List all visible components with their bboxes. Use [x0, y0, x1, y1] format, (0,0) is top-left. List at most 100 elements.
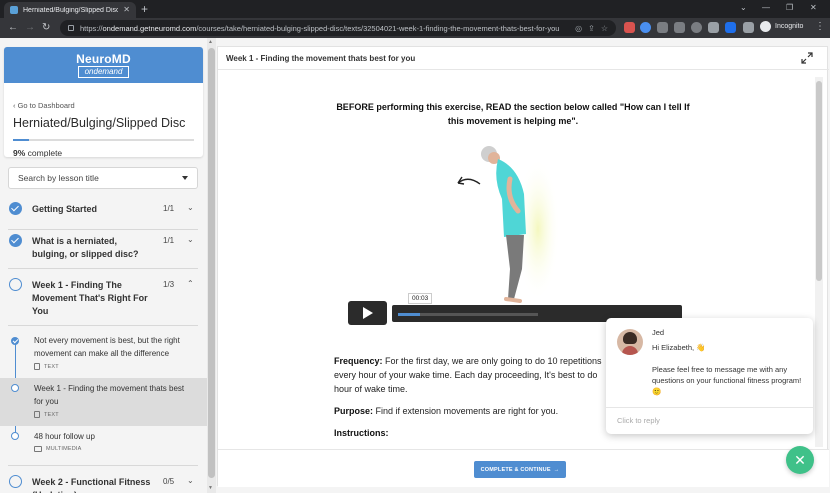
chat-greeting: Hi Elizabeth, 👋 — [652, 343, 706, 352]
course-title: Herniated/Bulging/Slipped Disc — [13, 116, 186, 130]
tab-title: Herniated/Bulging/Slipped Disc — [23, 6, 119, 14]
section-week-2[interactable]: Week 2 - Functional Fitness (Updating) 0… — [0, 474, 207, 493]
exercise-warning: BEFORE performing this exercise, READ th… — [336, 102, 690, 126]
address-bar[interactable]: https://ondemand.getneuromd.com/courses/… — [60, 20, 616, 36]
exercise-video[interactable]: 00:03 — [348, 139, 723, 484]
lesson-complete-icon — [11, 337, 19, 345]
reload-icon[interactable]: ↻ — [42, 21, 50, 35]
extension-icon[interactable] — [657, 22, 668, 33]
section-getting-started[interactable]: Getting Started 1/1 ⌄ — [0, 198, 207, 228]
extension-icon[interactable] — [674, 22, 685, 33]
section-title: What is a herniated, bulging, or slipped… — [32, 236, 139, 259]
lesson-item[interactable]: Not every movement is best, but the righ… — [0, 328, 207, 378]
extension-icon[interactable] — [691, 22, 702, 33]
section-week-1[interactable]: Week 1 - Finding The Movement That's Rig… — [0, 274, 207, 324]
window-close-icon[interactable]: ✕ — [810, 1, 817, 15]
purpose-paragraph: Purpose: Find if extension movements are… — [334, 406, 559, 416]
course-sidebar: NeuroMD ondemand ‹ Go to Dashboard Herni… — [0, 38, 207, 493]
browser-toolbar: ← → ↻ https://ondemand.getneuromd.com/co… — [0, 18, 830, 38]
frequency-paragraph: Frequency: For the first day, we are onl… — [334, 356, 602, 394]
forward-icon[interactable]: → — [25, 21, 35, 35]
extension-icon[interactable] — [640, 22, 651, 33]
video-progress-bar[interactable] — [398, 313, 538, 316]
lesson-incomplete-icon — [11, 432, 19, 440]
extension-icon[interactable] — [725, 22, 736, 33]
check-circle-icon — [9, 234, 22, 247]
tab-search-icon[interactable]: ⌄ — [740, 1, 747, 15]
open-circle-icon — [9, 475, 22, 488]
browser-tab[interactable]: Herniated/Bulging/Slipped Disc ✕ — [4, 2, 136, 18]
sidebar-panel-icon[interactable] — [743, 22, 754, 33]
incognito-label: Incognito — [775, 23, 804, 30]
chat-close-button[interactable]: ✕ — [786, 446, 814, 474]
more-menu-icon[interactable]: ⋮ — [815, 21, 825, 32]
extension-icon[interactable] — [624, 22, 635, 33]
lesson-item[interactable]: 48 hour follow up MULTIMEDIA — [0, 428, 207, 462]
minimize-icon[interactable]: — — [762, 1, 770, 15]
section-count: 1/3 — [163, 280, 175, 289]
incognito-badge[interactable]: Incognito — [760, 21, 803, 32]
expand-icon[interactable] — [801, 52, 813, 64]
lesson-header: Week 1 - Finding the movement thats best… — [218, 47, 829, 70]
course-card: NeuroMD ondemand ‹ Go to Dashboard Herni… — [4, 47, 203, 157]
dashboard-link[interactable]: ‹ Go to Dashboard — [13, 101, 75, 110]
section-title: Getting Started — [32, 204, 98, 214]
avatar — [617, 329, 643, 355]
chevron-down-icon[interactable]: ⌄ — [187, 476, 194, 485]
scrollbar-thumb[interactable] — [208, 48, 215, 478]
lesson-type: MULTIMEDIA — [34, 446, 82, 452]
section-count: 1/1 — [163, 236, 175, 245]
lesson-footer: COMPLETE & CONTINUE → — [218, 449, 829, 487]
caret-down-icon — [182, 176, 188, 180]
star-icon[interactable]: ☆ — [601, 24, 608, 33]
lesson-incomplete-icon — [11, 384, 19, 392]
new-tab-icon[interactable]: + — [141, 2, 148, 16]
section-count: 0/5 — [163, 477, 175, 486]
video-time-tooltip: 00:03 — [408, 293, 433, 304]
brand-logo: NeuroMD — [76, 51, 131, 66]
chat-reply-input[interactable]: Click to reply — [617, 416, 660, 425]
close-icon[interactable]: ✕ — [123, 6, 130, 14]
play-button[interactable] — [348, 301, 387, 325]
section-what-is-disc[interactable]: What is a herniated, bulging, or slipped… — [0, 230, 207, 266]
complete-continue-button[interactable]: COMPLETE & CONTINUE → — [474, 461, 566, 478]
scroll-up-icon[interactable]: ▲ — [208, 39, 213, 45]
divider — [8, 465, 198, 466]
divider — [8, 268, 198, 269]
chat-sender-name: Jed — [652, 328, 665, 337]
content-scrollbar[interactable] — [815, 77, 823, 447]
chevron-up-icon[interactable]: ⌃ — [187, 279, 194, 288]
progress-fill — [13, 139, 30, 141]
back-icon[interactable]: ← — [8, 21, 18, 35]
restore-icon[interactable]: ❐ — [786, 1, 793, 15]
scrollbar-thumb[interactable] — [816, 81, 822, 281]
open-circle-icon — [9, 278, 22, 291]
share-icon[interactable]: ⇪ — [588, 24, 595, 33]
lesson-title-heading: Week 1 - Finding the movement thats best… — [226, 54, 416, 63]
browser-tab-bar: Herniated/Bulging/Slipped Disc ✕ + ⌄ — ❐… — [0, 0, 830, 18]
chevron-down-icon[interactable]: ⌄ — [187, 235, 194, 244]
instructions-heading: Instructions: — [334, 428, 389, 438]
sidebar-scrollbar[interactable]: ▲ ▼ — [207, 38, 216, 493]
search-label: Search by lesson title — [18, 173, 99, 183]
lesson-title: Week 1 - Finding the movement thats best… — [34, 384, 185, 406]
exercise-demonstration-image — [457, 146, 560, 303]
lesson-item-active[interactable]: Week 1 - Finding the movement thats best… — [0, 378, 207, 426]
section-title: Week 2 - Functional Fitness (Updating) — [32, 477, 151, 493]
divider — [606, 407, 813, 408]
favicon-icon — [10, 6, 18, 14]
scroll-down-icon[interactable]: ▼ — [208, 485, 213, 491]
progress-text: 9% complete — [13, 148, 63, 157]
video-progress-fill — [398, 313, 421, 316]
document-icon — [34, 411, 40, 418]
check-circle-icon — [9, 202, 22, 215]
puzzle-icon[interactable] — [708, 22, 719, 33]
arrow-right-icon: → — [553, 466, 560, 473]
chat-popup[interactable]: Jed Hi Elizabeth, 👋 Please feel free to … — [606, 318, 813, 434]
chevron-down-icon[interactable]: ⌄ — [187, 203, 194, 212]
lesson-type: TEXT — [34, 411, 59, 418]
lesson-search-dropdown[interactable]: Search by lesson title — [8, 167, 198, 189]
lock-icon — [68, 25, 74, 31]
eye-off-icon[interactable]: ◎ — [575, 24, 582, 33]
course-progress-bar — [13, 139, 194, 141]
